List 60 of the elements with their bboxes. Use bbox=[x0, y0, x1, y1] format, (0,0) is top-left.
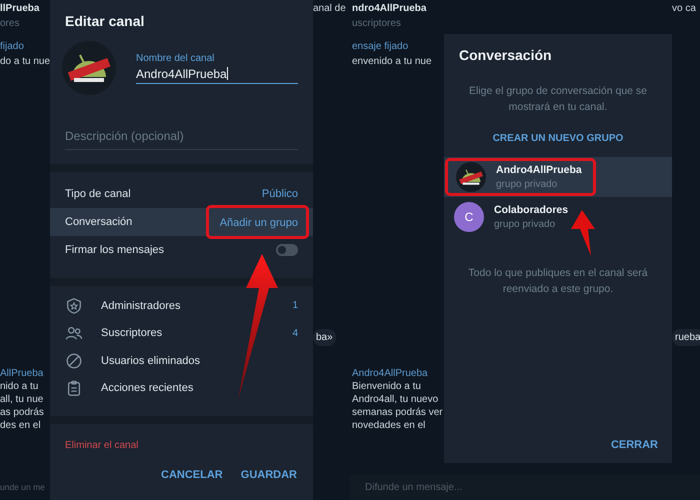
avatar-initial: C bbox=[454, 202, 484, 232]
group-item[interactable]: Andro4AllPrueba grupo privado bbox=[444, 157, 672, 197]
shield-star-icon bbox=[65, 296, 83, 315]
menu-item[interactable]: Acciones recientes bbox=[101, 382, 194, 394]
message-text: semanas podrás ver bbox=[352, 406, 444, 419]
dialog-description: Elige el grupo de conversación que se mostrará en tu canal. bbox=[468, 84, 648, 115]
chat-sender: ensaje fijado bbox=[352, 40, 410, 53]
message-text: as podrás bbox=[0, 406, 45, 419]
menu-item[interactable]: Suscriptores bbox=[101, 327, 162, 340]
chat-sender: Andro4AllPrueba bbox=[352, 367, 429, 380]
dialog-button[interactable]: CANCELAR bbox=[155, 465, 229, 485]
count-label: 1 bbox=[292, 300, 298, 312]
channel-logo-drawing bbox=[456, 162, 486, 192]
toggle-switch[interactable] bbox=[276, 244, 298, 256]
chat-sender: fijado bbox=[0, 40, 25, 53]
settings-row[interactable]: Tipo de canal Público bbox=[50, 180, 313, 208]
chat-title: ndro4AllPrueba bbox=[352, 2, 428, 15]
close-button[interactable]: CERRAR bbox=[604, 435, 664, 455]
setting-label: Firmar los mensajes bbox=[65, 244, 164, 256]
message-text: nido a tu bbox=[0, 380, 40, 393]
settings-row[interactable]: Firmar los mensajes bbox=[50, 236, 313, 264]
message-text: novedades en el bbox=[352, 419, 426, 432]
clipboard-icon bbox=[65, 379, 83, 398]
dialog-button[interactable]: GUARDAR bbox=[234, 465, 303, 485]
menu-item[interactable]: Usuarios eliminados bbox=[101, 354, 200, 367]
service-message: ba» bbox=[313, 328, 336, 346]
dialog-note: Todo lo que publiques en el canal será reenviado a este grupo. bbox=[467, 266, 649, 297]
setting-link[interactable]: Añadir un grupo bbox=[220, 217, 298, 229]
message-text: do a tu nue bbox=[0, 55, 50, 68]
setting-label: Conversación bbox=[65, 216, 132, 228]
settings-row[interactable]: Conversación Añadir un grupo bbox=[50, 208, 313, 236]
group-status: grupo privado bbox=[496, 179, 558, 190]
setting-link[interactable]: Público bbox=[262, 188, 298, 200]
blocked-icon bbox=[65, 352, 83, 370]
menu-item[interactable]: Administradores bbox=[101, 300, 180, 312]
channel-name-field[interactable]: Nombre del canal Andro4AllPrueba bbox=[136, 52, 298, 84]
people-icon bbox=[65, 324, 83, 342]
group-name: Andro4AllPrueba bbox=[496, 164, 582, 176]
group-item[interactable]: C Colaboradores grupo privado bbox=[444, 197, 672, 237]
chat-title: llPrueba bbox=[0, 2, 40, 15]
group-status: grupo privado bbox=[494, 219, 556, 230]
dialog-title: Conversación bbox=[458, 46, 553, 63]
channel-logo-drawing bbox=[62, 41, 116, 95]
chat-sender: AllPrueba bbox=[0, 367, 44, 380]
description-field[interactable]: Descripción (opcional) bbox=[65, 125, 298, 150]
chat-subtitle: uscriptores bbox=[352, 17, 402, 30]
create-group-button[interactable]: CREAR UN NUEVO GRUPO bbox=[486, 129, 630, 148]
message-text: Bienvenido a tu bbox=[352, 380, 422, 393]
message-text: envenido a tu nue bbox=[352, 55, 433, 68]
delete-channel-link[interactable]: Eliminar el canal bbox=[50, 424, 313, 451]
setting-label: Tipo de canal bbox=[65, 188, 131, 200]
message-text: des en el bbox=[0, 419, 42, 432]
dialog-title: Editar canal bbox=[64, 12, 146, 29]
message-text: all, tu nue bbox=[0, 393, 44, 406]
chat-subtitle: ores bbox=[0, 17, 20, 30]
message-text: vo ca bbox=[672, 2, 697, 15]
count-label: 4 bbox=[292, 328, 298, 339]
message-text: Andro4all, tu nuevo bbox=[352, 393, 440, 406]
group-name: Colaboradores bbox=[494, 204, 568, 216]
message-text: anal de bbox=[313, 2, 347, 15]
